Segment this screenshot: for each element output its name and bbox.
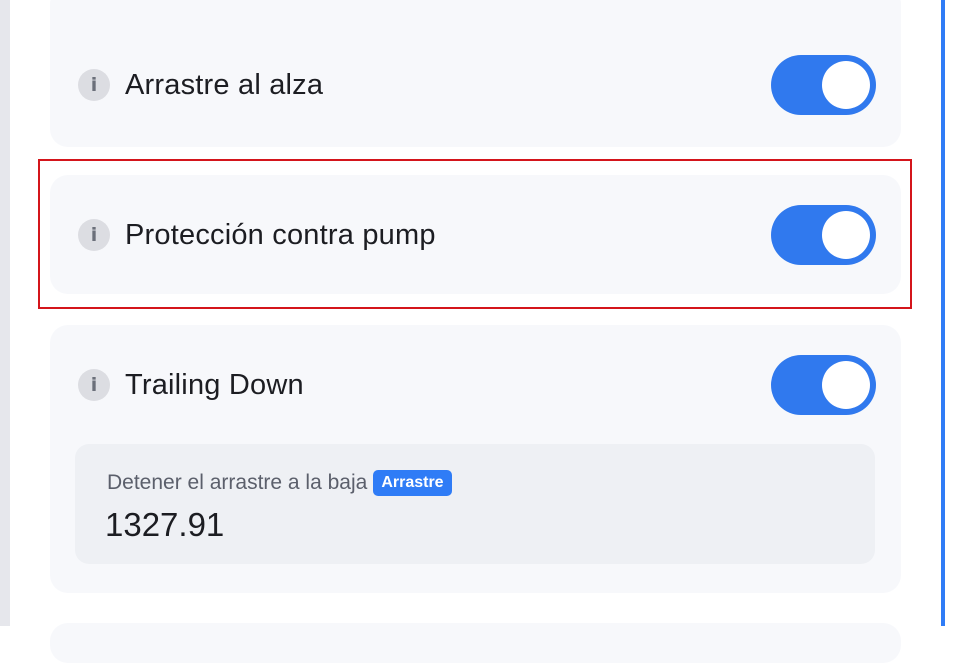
setting-card-next bbox=[50, 623, 901, 663]
setting-row: i Arrastre al alza bbox=[50, 55, 901, 115]
arrastre-badge: Arrastre bbox=[373, 470, 452, 496]
info-icon[interactable]: i bbox=[78, 369, 110, 401]
field-value[interactable]: 1327.91 bbox=[105, 506, 224, 544]
setting-card-trailing-down: i Trailing Down Detener el arrastre a la… bbox=[50, 325, 901, 593]
toggle-knob bbox=[822, 361, 870, 409]
field-label: Detener el arrastre a la baja bbox=[107, 471, 368, 494]
setting-label: Trailing Down bbox=[125, 368, 304, 401]
stop-trailing-down-field[interactable]: Detener el arrastre a la baja Arrastre 1… bbox=[75, 444, 875, 564]
setting-row: i Trailing Down bbox=[50, 355, 901, 415]
left-panel-edge bbox=[0, 0, 10, 626]
setting-label: Arrastre al alza bbox=[125, 68, 324, 101]
arrastre-al-alza-toggle[interactable] bbox=[771, 55, 876, 115]
highlight-outline bbox=[38, 159, 912, 309]
field-label-row: Detener el arrastre a la baja Arrastre bbox=[107, 470, 452, 496]
right-panel-edge bbox=[939, 0, 953, 626]
setting-card-arrastre-al-alza: i Arrastre al alza bbox=[50, 0, 901, 147]
toggle-knob bbox=[822, 61, 870, 109]
info-icon[interactable]: i bbox=[78, 69, 110, 101]
trailing-down-toggle[interactable] bbox=[771, 355, 876, 415]
scrollbar[interactable] bbox=[941, 0, 945, 626]
